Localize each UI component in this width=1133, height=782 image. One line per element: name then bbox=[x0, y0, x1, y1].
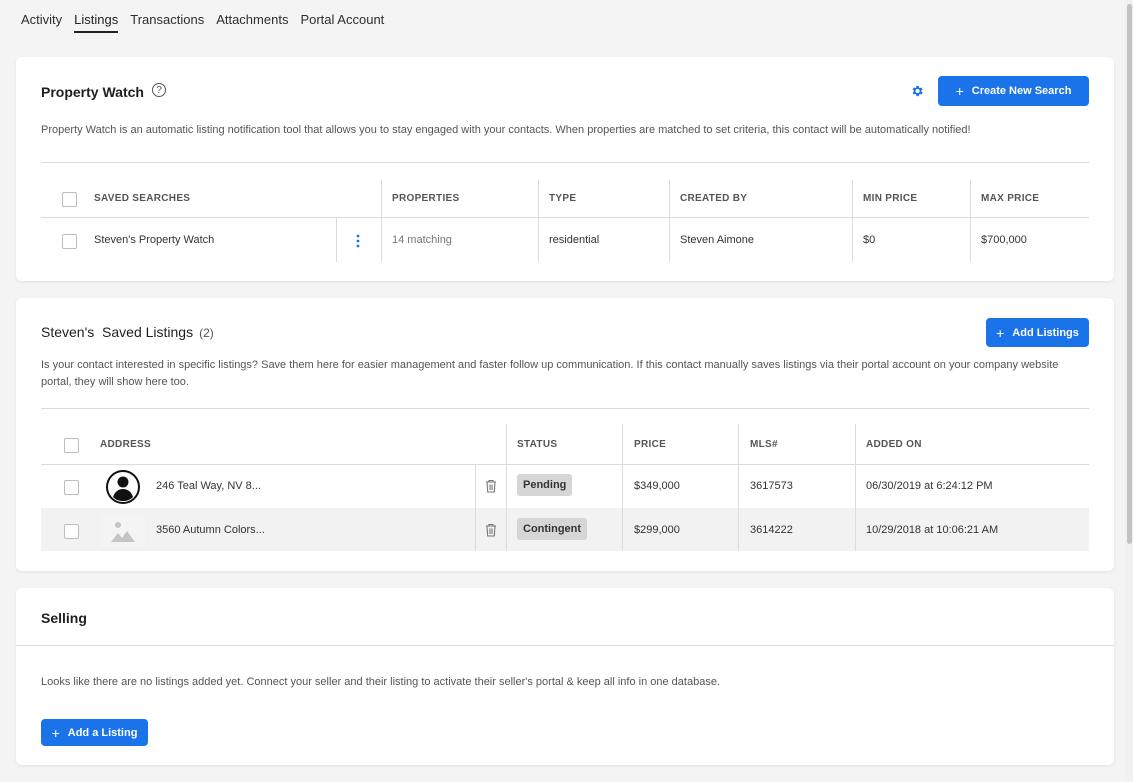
image-placeholder-icon bbox=[110, 521, 135, 542]
created-by: Steven Aimone bbox=[680, 234, 754, 246]
column-divider bbox=[970, 180, 971, 262]
create-new-search-button[interactable]: + Create New Search bbox=[938, 76, 1089, 106]
listing-added-on: 10/29/2018 at 10:06:21 AM bbox=[866, 524, 999, 536]
listing-address[interactable]: 246 Teal Way, NV 8... bbox=[156, 480, 261, 492]
column-divider bbox=[738, 424, 739, 551]
column-divider bbox=[855, 424, 856, 551]
listing-thumbnail bbox=[100, 514, 145, 547]
select-all-checkbox[interactable] bbox=[62, 192, 77, 207]
listing-mls: 3614222 bbox=[750, 524, 793, 536]
column-price: PRICE bbox=[634, 439, 667, 450]
selling-description: Looks like there are no listings added y… bbox=[41, 676, 720, 688]
status-badge: Pending bbox=[517, 474, 573, 496]
trash-icon[interactable] bbox=[485, 523, 497, 542]
plus-icon: + bbox=[51, 724, 60, 741]
add-a-listing-label: Add a Listing bbox=[67, 726, 138, 739]
row-checkbox[interactable] bbox=[64, 480, 79, 495]
max-price: $700,000 bbox=[981, 234, 1027, 246]
properties-matching: 14 matching bbox=[392, 234, 452, 246]
column-min-price: MIN PRICE bbox=[863, 193, 918, 204]
status-badge: Contingent bbox=[517, 518, 588, 540]
tab-attachments[interactable]: Attachments bbox=[216, 12, 288, 33]
saved-listings-card: Steven's Saved Listings (2) + Add Listin… bbox=[16, 298, 1114, 571]
listing-address[interactable]: 3560 Autumn Colors... bbox=[156, 524, 265, 536]
column-divider bbox=[852, 180, 853, 262]
header-divider bbox=[41, 464, 1089, 465]
column-divider bbox=[622, 424, 623, 551]
property-watch-description: Property Watch is an automatic listing n… bbox=[41, 124, 971, 136]
add-a-listing-button[interactable]: + Add a Listing bbox=[41, 719, 148, 746]
user-avatar-icon bbox=[105, 469, 140, 504]
scrollbar-thumb[interactable] bbox=[1127, 4, 1132, 544]
create-new-search-label: Create New Search bbox=[971, 85, 1072, 97]
property-watch-card: Property Watch ? + Create New Search Pro… bbox=[16, 57, 1114, 281]
listing-added-on: 06/30/2019 at 6:24:12 PM bbox=[866, 480, 993, 492]
scrollbar[interactable] bbox=[1125, 0, 1133, 782]
add-listings-label: Add Listings bbox=[1012, 326, 1079, 339]
column-divider bbox=[538, 180, 539, 262]
select-all-checkbox[interactable] bbox=[64, 438, 79, 453]
search-type: residential bbox=[549, 234, 600, 246]
plus-icon: + bbox=[996, 324, 1005, 341]
tab-listings[interactable]: Listings bbox=[74, 12, 119, 33]
tab-bar: Activity Listings Transactions Attachmen… bbox=[21, 12, 384, 33]
more-options-icon[interactable] bbox=[356, 234, 360, 248]
listing-price: $299,000 bbox=[634, 524, 680, 536]
divider bbox=[41, 408, 1089, 409]
saved-listings-title: Steven's Saved Listings bbox=[41, 324, 194, 340]
row-checkbox[interactable] bbox=[64, 524, 79, 539]
column-created-by: CREATED BY bbox=[680, 193, 748, 204]
column-divider bbox=[381, 180, 382, 262]
divider bbox=[41, 162, 1089, 163]
saved-listings-header: Steven's Saved Listings (2) bbox=[41, 324, 214, 340]
header-divider bbox=[41, 217, 1089, 218]
column-divider bbox=[506, 424, 507, 551]
saved-listings-count: (2) bbox=[199, 326, 214, 340]
column-divider bbox=[669, 180, 670, 262]
saved-search-name[interactable]: Steven's Property Watch bbox=[94, 234, 214, 246]
column-max-price: MAX PRICE bbox=[981, 193, 1040, 204]
saved-listings-description: Is your contact interested in specific l… bbox=[41, 359, 1059, 388]
column-address: ADDRESS bbox=[100, 439, 151, 450]
column-mls: MLS# bbox=[750, 439, 778, 450]
column-saved-searches: SAVED SEARCHES bbox=[94, 193, 191, 204]
min-price: $0 bbox=[863, 234, 876, 246]
tab-activity[interactable]: Activity bbox=[21, 12, 62, 33]
column-type: TYPE bbox=[549, 193, 577, 204]
trash-icon[interactable] bbox=[485, 479, 497, 498]
divider bbox=[16, 645, 1114, 646]
tab-portal-account[interactable]: Portal Account bbox=[300, 12, 384, 33]
plus-icon: + bbox=[955, 83, 964, 99]
add-listings-button[interactable]: + Add Listings bbox=[986, 318, 1089, 347]
property-watch-title: Property Watch bbox=[41, 84, 144, 100]
row-checkbox[interactable] bbox=[62, 234, 77, 249]
column-properties: PROPERTIES bbox=[392, 193, 460, 204]
column-added-on: ADDED ON bbox=[866, 439, 922, 450]
help-icon[interactable]: ? bbox=[152, 83, 166, 97]
selling-title: Selling bbox=[41, 610, 87, 626]
column-status: STATUS bbox=[517, 439, 558, 450]
listing-thumbnail bbox=[100, 469, 145, 504]
tab-transactions[interactable]: Transactions bbox=[130, 12, 204, 33]
column-divider bbox=[475, 465, 476, 551]
gear-icon[interactable] bbox=[910, 84, 924, 103]
listing-price: $349,000 bbox=[634, 480, 680, 492]
selling-card: Selling Looks like there are no listings… bbox=[16, 588, 1114, 765]
column-divider bbox=[336, 218, 337, 262]
listing-mls: 3617573 bbox=[750, 480, 793, 492]
